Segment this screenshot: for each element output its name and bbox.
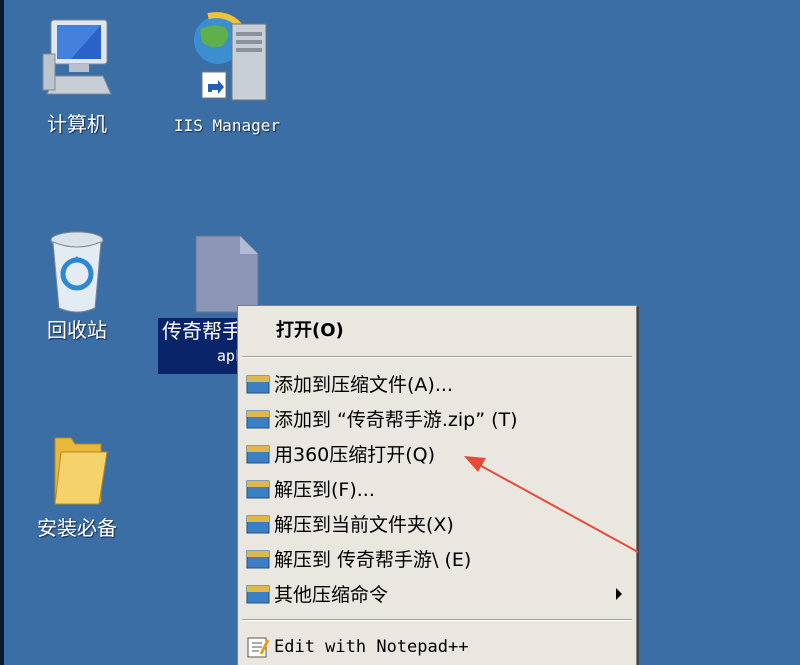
archive-icon — [246, 478, 270, 500]
desktop-icon-label: 回收站 — [47, 318, 107, 342]
annotation-arrow-icon — [464, 456, 639, 553]
menu-item-label: 解压到当前文件夹(X) — [274, 514, 454, 536]
recycle-bin-icon — [41, 226, 113, 316]
menu-item-label: 用360压缩打开(Q) — [274, 444, 436, 466]
desktop-icon-label: 计算机 — [47, 112, 107, 136]
menu-separator — [242, 356, 632, 358]
desktop-icon-iis-manager[interactable]: IIS Manager — [162, 10, 292, 138]
desktop-icon-recycle-bin[interactable]: 回收站 — [22, 226, 132, 342]
notepad-plus-plus-icon — [246, 636, 270, 658]
archive-icon — [246, 583, 270, 605]
menu-separator — [242, 619, 632, 621]
archive-icon — [246, 373, 270, 395]
archive-icon — [246, 513, 270, 535]
menu-item-open[interactable]: 打开(O) — [238, 306, 636, 352]
archive-icon — [246, 408, 270, 430]
desktop-icon-label: IIS Manager — [174, 116, 280, 135]
menu-item-label: 解压到(F)... — [274, 479, 375, 501]
menu-item-label: 添加到压缩文件(A)... — [274, 374, 453, 396]
selected-file-label-line1: 传奇帮手 — [162, 319, 242, 343]
menu-item-label: Edit with Notepad++ — [274, 636, 469, 657]
computer-icon — [41, 14, 113, 95]
menu-item-label: 添加到 “传奇帮手游.zip” (T) — [274, 409, 518, 431]
folder-icon — [41, 432, 113, 506]
menu-item-label: 其他压缩命令 — [274, 584, 389, 606]
menu-item-label: 解压到 传奇帮手游\ (E) — [274, 549, 472, 571]
menu-item-add-to-archive[interactable]: 添加到压缩文件(A)... — [238, 366, 636, 401]
archive-icon — [246, 443, 270, 465]
menu-item-edit-notepad[interactable]: Edit with Notepad++ — [238, 629, 636, 664]
menu-item-add-to-zip[interactable]: 添加到 “传奇帮手游.zip” (T) — [238, 401, 636, 436]
archive-icon — [246, 548, 270, 570]
desktop-icon-computer[interactable]: 计算机 — [22, 14, 132, 136]
selected-file-label-line2: apk — [216, 347, 244, 365]
menu-item-other-compression[interactable]: 其他压缩命令 — [238, 576, 636, 611]
iis-manager-icon — [182, 10, 272, 106]
desktop-icon-label: 安装必备 — [37, 516, 117, 540]
selected-file-label: 传奇帮手 apk — [158, 318, 248, 374]
screen-edge — [0, 0, 4, 665]
submenu-arrow-icon — [616, 588, 622, 600]
desktop-icon-folder[interactable]: 安装必备 — [22, 432, 132, 540]
